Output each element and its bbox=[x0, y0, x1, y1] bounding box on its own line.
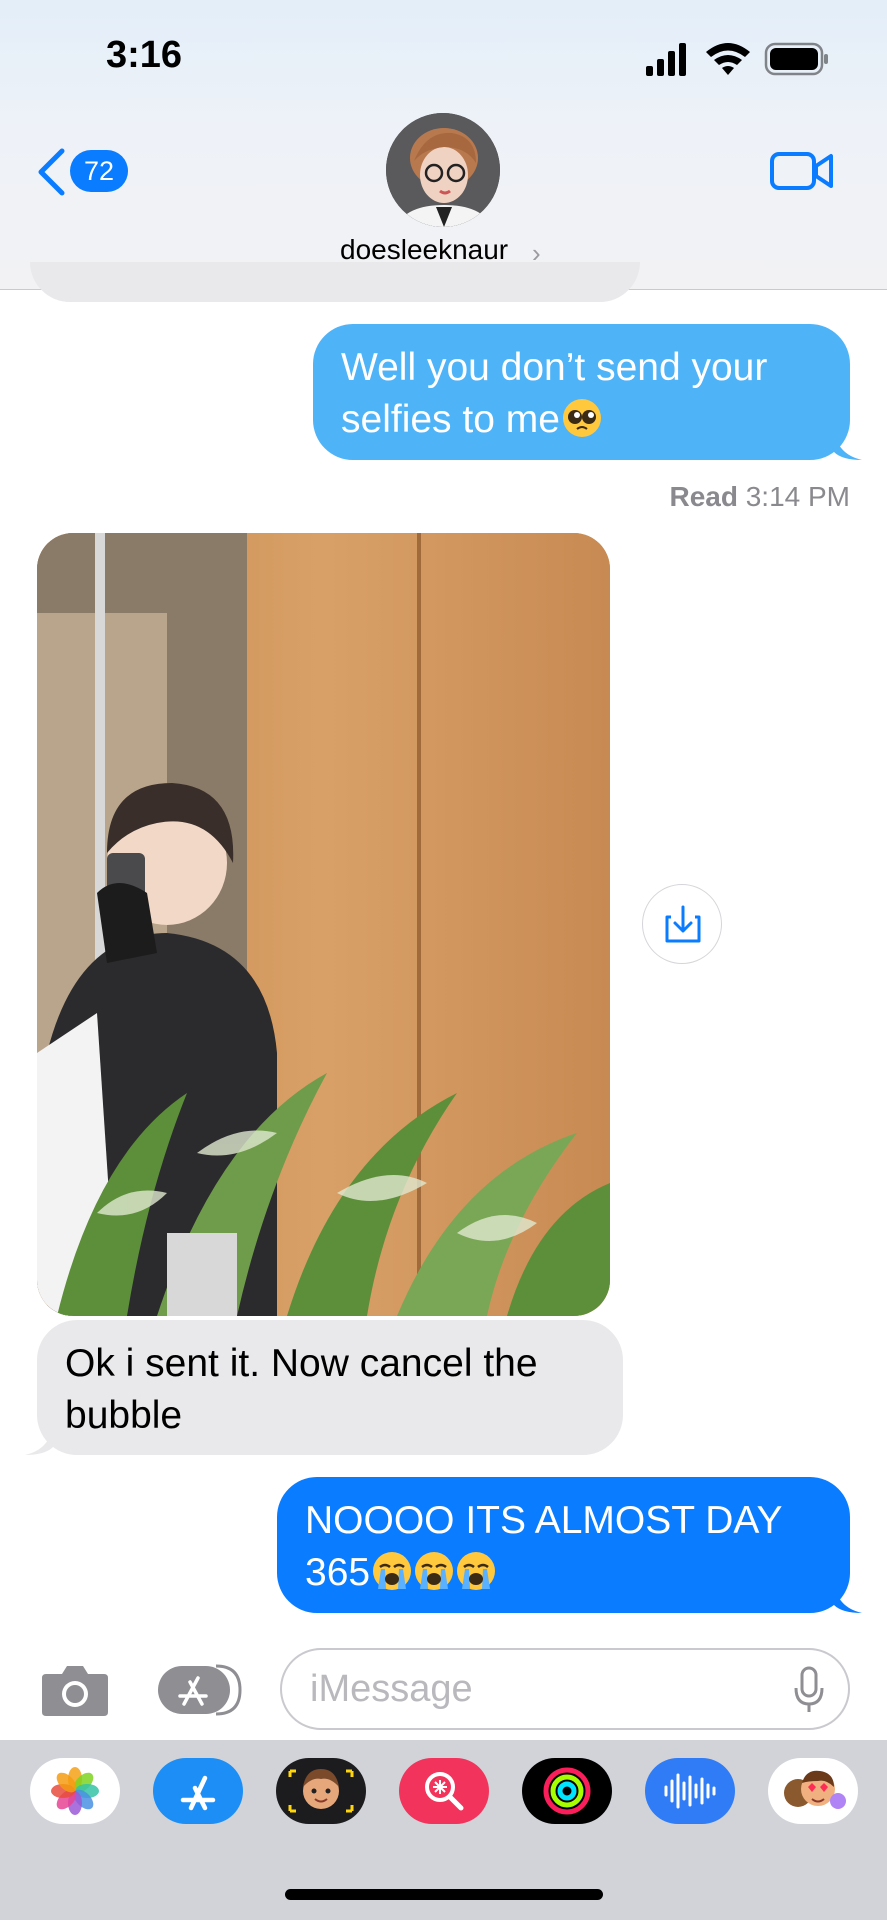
message-text: Ok i sent it. Now cancel the bubble bbox=[65, 1342, 538, 1437]
unread-count-badge: 72 bbox=[70, 150, 128, 192]
bubble-tail bbox=[25, 1423, 53, 1455]
audio-message-icon bbox=[664, 1773, 716, 1809]
outgoing-message-bubble[interactable]: NOOOO ITS ALMOST DAY 365 bbox=[277, 1477, 862, 1613]
audio-message-app-icon[interactable] bbox=[645, 1758, 735, 1824]
status-time: 3:16 bbox=[106, 34, 183, 76]
facetime-video-icon[interactable] bbox=[770, 150, 834, 192]
mirror-selfie-photo-icon bbox=[37, 533, 610, 1316]
loudly-crying-face-emoji-icon bbox=[373, 1552, 412, 1590]
read-time: 3:14 PM bbox=[745, 481, 850, 512]
read-receipt: Read 3:14 PM bbox=[669, 481, 850, 513]
photos-icon bbox=[51, 1767, 99, 1815]
message-input[interactable]: iMessage bbox=[280, 1648, 850, 1730]
outgoing-message-bubble[interactable]: Well you don’t send your selfies to me bbox=[313, 324, 862, 460]
activity-app-icon[interactable] bbox=[522, 1758, 612, 1824]
memoji-stickers-icon bbox=[784, 1770, 846, 1809]
avatar-photo-icon bbox=[386, 113, 500, 227]
bubble-tail bbox=[834, 428, 862, 460]
bubble-tail bbox=[834, 1581, 862, 1613]
back-chevron-icon bbox=[38, 148, 65, 196]
status-icons bbox=[646, 42, 828, 76]
memoji-stickers-app-icon[interactable] bbox=[768, 1758, 858, 1824]
save-photo-button[interactable] bbox=[642, 884, 722, 964]
message-input-placeholder: iMessage bbox=[310, 1668, 473, 1710]
message-text: Well you don’t send your selfies to me bbox=[341, 346, 768, 441]
pleading-face-emoji-icon bbox=[562, 399, 601, 437]
conversation-header: 3:16 72 doesleeknaur › bbox=[0, 0, 887, 290]
received-photo[interactable] bbox=[37, 533, 610, 1316]
loudly-crying-face-emoji-icon bbox=[415, 1552, 454, 1590]
back-button[interactable]: 72 bbox=[36, 144, 128, 200]
app-store-app-icon[interactable] bbox=[153, 1758, 243, 1824]
read-label: Read bbox=[669, 481, 738, 512]
loudly-crying-face-emoji-icon bbox=[457, 1552, 496, 1590]
memoji-app-icon[interactable] bbox=[276, 1758, 366, 1824]
camera-icon[interactable] bbox=[40, 1662, 110, 1718]
photos-app-icon[interactable] bbox=[30, 1758, 120, 1824]
microphone-icon[interactable] bbox=[792, 1664, 826, 1716]
activity-icon bbox=[543, 1767, 591, 1815]
memoji-icon bbox=[288, 1769, 354, 1813]
cellular-signal-icon bbox=[646, 43, 686, 76]
previous-message-bubble bbox=[30, 262, 640, 302]
image-search-app-icon[interactable] bbox=[399, 1758, 489, 1824]
contact-avatar[interactable] bbox=[386, 113, 500, 227]
home-indicator[interactable] bbox=[285, 1889, 603, 1900]
download-icon bbox=[665, 905, 701, 943]
image-search-icon bbox=[425, 1772, 464, 1811]
incoming-message-bubble[interactable]: Ok i sent it. Now cancel the bubble bbox=[25, 1320, 623, 1455]
wifi-icon bbox=[706, 43, 750, 75]
app-store-apps-icon[interactable] bbox=[156, 1662, 242, 1718]
app-store-icon bbox=[180, 1775, 216, 1811]
battery-icon bbox=[764, 42, 828, 76]
